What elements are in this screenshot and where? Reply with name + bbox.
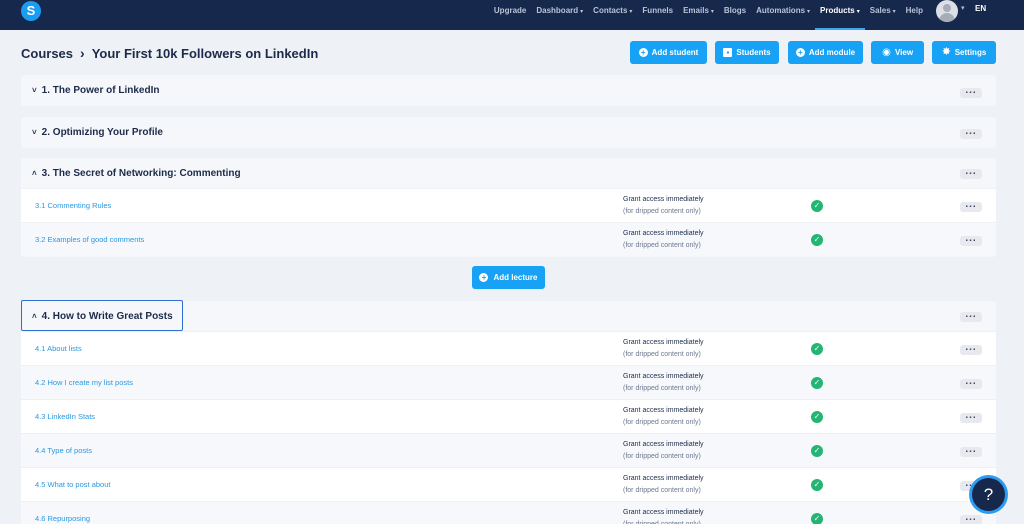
lecture-row: 3.1 Commenting Rules Grant access immedi… xyxy=(21,188,996,222)
chevron-down-icon: ▾ xyxy=(710,9,714,15)
breadcrumb-separator: › xyxy=(80,45,85,61)
lecture-row: 4.1 About lists Grant access immediately… xyxy=(21,331,996,365)
chevron-down-icon: ▾ xyxy=(892,9,896,15)
chevron-down-icon: ▾ xyxy=(807,9,811,15)
module-title: 1. The Power of LinkedIn xyxy=(41,85,160,96)
help-button[interactable]: ? xyxy=(972,478,1005,511)
plus-icon: + xyxy=(479,273,489,282)
chevron-up-icon[interactable]: ˄ xyxy=(32,169,37,178)
access-info: Grant access immediately(for dripped con… xyxy=(623,509,704,524)
logo[interactable]: S xyxy=(21,1,41,21)
access-info: Grant access immediately(for dripped con… xyxy=(623,230,704,249)
plus-icon: + xyxy=(795,48,805,57)
nav-products[interactable]: Products ▾ xyxy=(815,0,865,30)
nav-contacts[interactable]: Contacts ▾ xyxy=(588,0,637,21)
module-1: ˅ 1. The Power of LinkedIn ... xyxy=(21,75,996,106)
module-header[interactable]: ˅ 1. The Power of LinkedIn xyxy=(21,75,996,106)
add-student-button[interactable]: + Add student xyxy=(630,41,707,64)
module-title: 4. How to Write Great Posts xyxy=(41,310,173,322)
lecture-row: 4.2 How I create my list posts Grant acc… xyxy=(21,365,996,399)
lecture-link[interactable]: 3.1 Commenting Rules xyxy=(35,201,111,210)
access-info: Grant access immediately(for dripped con… xyxy=(623,441,704,460)
chevron-down-icon[interactable]: ▾ xyxy=(961,4,965,12)
chevron-down-icon[interactable]: ˅ xyxy=(32,86,37,95)
page-title: Your First 10k Followers on LinkedIn xyxy=(91,45,319,61)
more-options-button[interactable]: ... xyxy=(960,343,982,355)
more-options-button[interactable]: ... xyxy=(960,234,982,246)
gear-icon: ✸ xyxy=(941,46,951,58)
more-options-button[interactable]: ... xyxy=(960,411,982,423)
avatar[interactable] xyxy=(936,0,958,22)
lecture-row: 4.4 Type of posts Grant access immediate… xyxy=(21,433,996,467)
chevron-down-icon: ▾ xyxy=(629,9,633,15)
check-icon: ✓ xyxy=(811,200,823,212)
add-lecture-button[interactable]: + Add lecture xyxy=(472,266,545,289)
chevron-down-icon[interactable]: ˅ xyxy=(32,128,37,137)
module-4: ˄ 4. How to Write Great Posts ... 4.1 Ab… xyxy=(21,301,996,524)
access-info: Grant access immediately(for dripped con… xyxy=(623,196,704,215)
module-header[interactable]: ˄ 3. The Secret of Networking: Commentin… xyxy=(21,158,996,188)
access-info: Grant access immediately(for dripped con… xyxy=(623,339,704,358)
lecture-link[interactable]: 4.4 Type of posts xyxy=(35,446,92,455)
nav-dashboard[interactable]: Dashboard ▾ xyxy=(531,0,588,21)
more-options-button[interactable]: ... xyxy=(960,167,982,179)
module-2: ˅ 2. Optimizing Your Profile ... xyxy=(21,117,996,148)
lecture-link[interactable]: 4.2 How I create my list posts xyxy=(35,378,133,387)
check-icon: ✓ xyxy=(811,234,823,246)
module-3: ˄ 3. The Secret of Networking: Commentin… xyxy=(21,158,996,257)
module-title: 3. The Secret of Networking: Commenting xyxy=(41,167,241,179)
access-info: Grant access immediately(for dripped con… xyxy=(623,475,704,494)
more-options-button[interactable]: ... xyxy=(960,513,982,524)
more-options-button[interactable]: ... xyxy=(960,377,982,389)
more-options-button[interactable]: ... xyxy=(960,127,982,139)
access-info: Grant access immediately(for dripped con… xyxy=(623,407,704,426)
more-options-button[interactable]: ... xyxy=(960,200,982,212)
lecture-link[interactable]: 4.6 Repurposing xyxy=(35,514,90,523)
nav-emails[interactable]: Emails ▾ xyxy=(678,0,719,21)
lecture-row: 4.6 Repurposing Grant access immediately… xyxy=(21,501,996,524)
more-options-button[interactable]: ... xyxy=(960,86,982,98)
access-info: Grant access immediately(for dripped con… xyxy=(623,373,704,392)
lecture-link[interactable]: 3.2 Examples of good comments xyxy=(35,235,144,244)
module-header[interactable]: ˄ 4. How to Write Great Posts xyxy=(21,301,996,331)
students-button[interactable]: ▪ Students xyxy=(715,41,779,64)
chevron-down-icon: ▾ xyxy=(580,9,584,15)
language-selector[interactable]: EN xyxy=(975,4,986,13)
check-icon: ✓ xyxy=(811,411,823,423)
chevron-up-icon[interactable]: ˄ xyxy=(32,312,37,321)
breadcrumb-courses[interactable]: Courses xyxy=(21,46,73,61)
check-icon: ✓ xyxy=(811,479,823,491)
settings-button[interactable]: ✸ Settings xyxy=(932,41,996,64)
nav-links: Upgrade Dashboard ▾ Contacts ▾ Funnels Ema… xyxy=(489,0,928,30)
lecture-link[interactable]: 4.1 About lists xyxy=(35,344,82,353)
lecture-row: 3.2 Examples of good comments Grant acce… xyxy=(21,222,996,256)
lecture-link[interactable]: 4.5 What to post about xyxy=(35,480,110,489)
more-options-button[interactable]: ... xyxy=(960,310,982,322)
more-options-button[interactable]: ... xyxy=(960,445,982,457)
eye-icon: ◉ xyxy=(882,47,891,58)
nav-automations[interactable]: Automations ▾ xyxy=(751,0,815,21)
check-icon: ✓ xyxy=(811,343,823,355)
nav-help[interactable]: Help xyxy=(901,0,928,21)
module-header[interactable]: ˅ 2. Optimizing Your Profile xyxy=(21,117,996,148)
breadcrumb: Courses › Your First 10k Followers on Li… xyxy=(21,45,318,61)
nav-funnels[interactable]: Funnels xyxy=(637,0,678,21)
plus-icon: + xyxy=(638,48,648,57)
nav-upgrade[interactable]: Upgrade xyxy=(489,0,531,21)
lecture-link[interactable]: 4.3 LinkedIn Stats xyxy=(35,412,95,421)
add-module-button[interactable]: + Add module xyxy=(788,41,863,64)
lecture-row: 4.5 What to post about Grant access imme… xyxy=(21,467,996,501)
students-icon: ▪ xyxy=(723,48,733,57)
check-icon: ✓ xyxy=(811,513,823,524)
check-icon: ✓ xyxy=(811,445,823,457)
view-button[interactable]: ◉ View xyxy=(871,41,924,64)
nav-sales[interactable]: Sales ▾ xyxy=(865,0,901,21)
top-navbar: S Upgrade Dashboard ▾ Contacts ▾ Funnels E… xyxy=(0,0,1024,30)
lecture-row: 4.3 LinkedIn Stats Grant access immediat… xyxy=(21,399,996,433)
module-title: 2. Optimizing Your Profile xyxy=(41,127,163,138)
nav-blogs[interactable]: Blogs xyxy=(719,0,751,21)
check-icon: ✓ xyxy=(811,377,823,389)
chevron-down-icon: ▾ xyxy=(856,9,860,15)
